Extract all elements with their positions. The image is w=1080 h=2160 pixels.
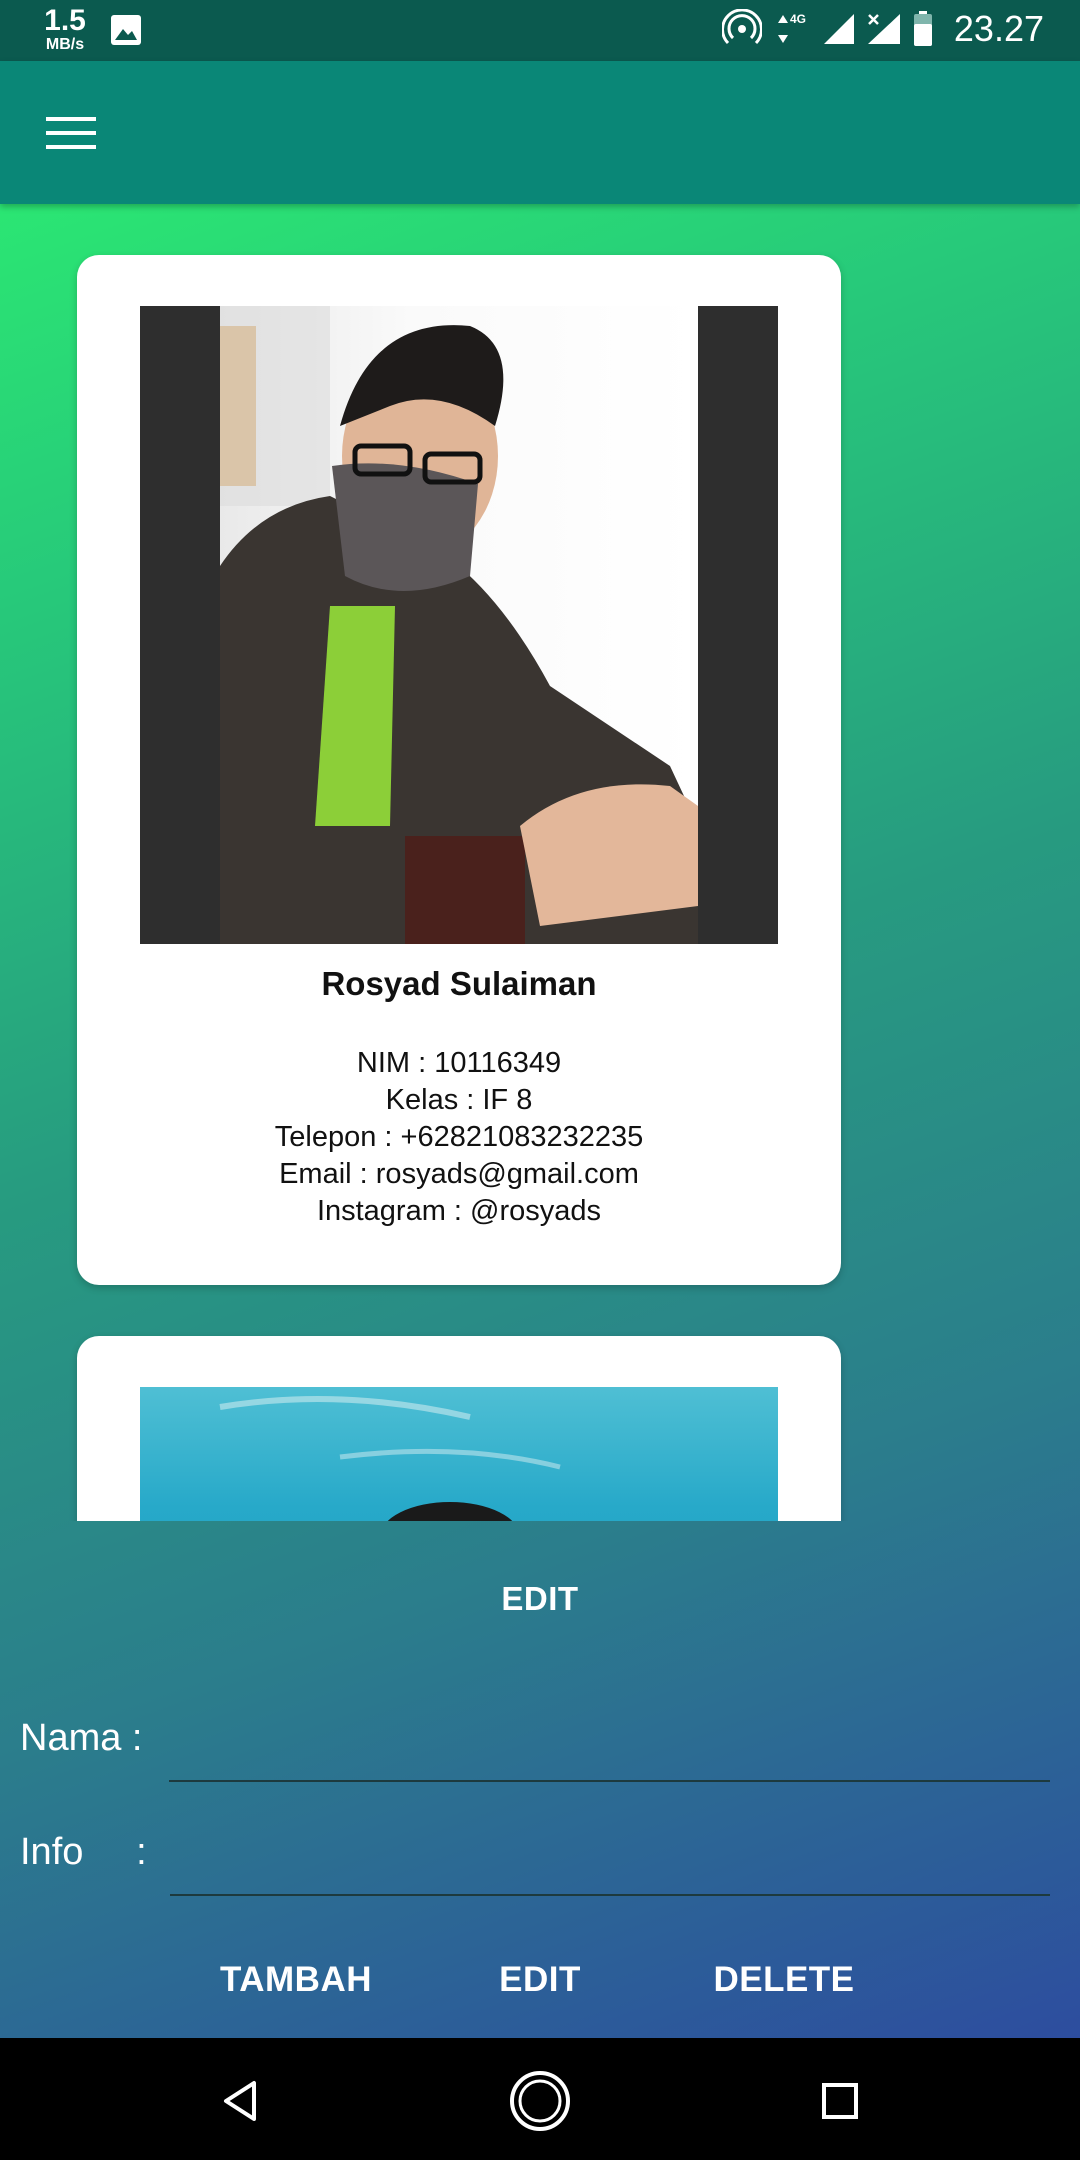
back-icon[interactable] <box>205 2066 275 2136</box>
clock: 23.27 <box>953 8 1044 49</box>
student-telepon: Telepon : +62821083232235 <box>274 1121 644 1153</box>
form-title: EDIT <box>501 1580 579 1617</box>
student-info: NIM : 10116349 Kelas : IF 8 Telepon : +6… <box>77 1045 841 1230</box>
signal-no-service-icon <box>867 14 900 44</box>
student-photo <box>140 306 778 944</box>
app-bar <box>0 61 1080 204</box>
delete-button[interactable]: DELETE <box>700 1950 868 2010</box>
info-label: Info : <box>20 1831 147 1873</box>
info-input[interactable] <box>170 1836 1050 1896</box>
hotspot-icon <box>721 9 762 45</box>
status-bar: 1.5 MB/s 4G 23.27 <box>0 0 1080 61</box>
navigation-bar <box>0 2038 1080 2160</box>
hamburger-menu-icon[interactable] <box>46 115 96 151</box>
student-instagram: Instagram : @rosyads <box>316 1195 602 1227</box>
svg-text:4G: 4G <box>790 12 806 26</box>
gallery-icon <box>111 15 141 45</box>
student-email: Email : rosyads@gmail.com <box>279 1158 639 1190</box>
tambah-button[interactable]: TAMBAH <box>200 1950 392 2010</box>
nama-input[interactable] <box>169 1722 1050 1782</box>
student-nim: NIM : 10116349 <box>356 1047 562 1079</box>
nama-label: Nama : <box>20 1717 143 1759</box>
signal-icon <box>823 14 854 44</box>
student-card[interactable]: Rosyad Sulaiman NIM : 10116349 Kelas : I… <box>77 255 841 1285</box>
student-name: Rosyad Sulaiman <box>321 965 597 1002</box>
home-icon[interactable] <box>505 2066 575 2136</box>
network-speed: 1.5 MB/s <box>44 4 86 53</box>
student-list[interactable]: Rosyad Sulaiman NIM : 10116349 Kelas : I… <box>0 204 1080 1521</box>
edit-button[interactable]: EDIT <box>480 1950 600 2010</box>
student-card[interactable] <box>77 1336 841 1521</box>
data-arrows-icon: 4G <box>777 12 806 43</box>
recent-apps-icon[interactable] <box>805 2066 875 2136</box>
student-kelas: Kelas : IF 8 <box>385 1084 533 1116</box>
student-photo <box>140 1387 778 1521</box>
battery-icon <box>913 11 932 46</box>
